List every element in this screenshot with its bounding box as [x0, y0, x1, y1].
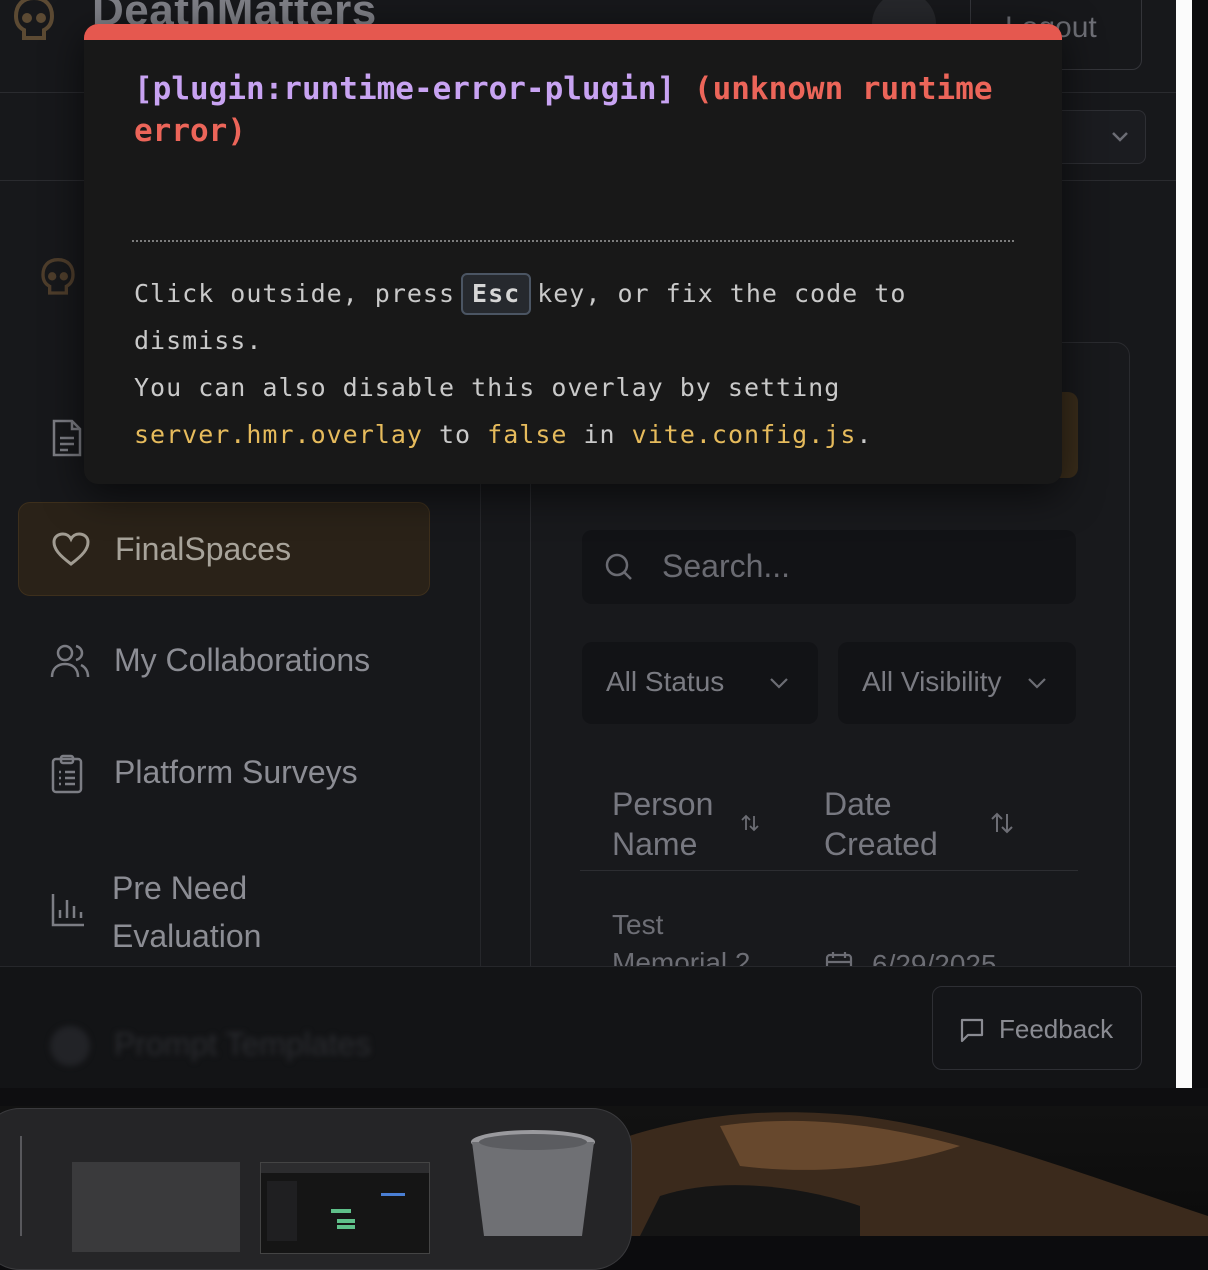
period: .	[856, 420, 873, 449]
disable-hint: You can also disable this overlay by set…	[134, 373, 841, 402]
overlay-divider	[132, 240, 1014, 242]
status-filter-select[interactable]: All Status	[582, 642, 818, 724]
document-icon	[52, 419, 82, 457]
window-edge-strip	[1176, 0, 1192, 1088]
heart-icon	[52, 532, 90, 566]
skull-logo-icon	[13, 0, 55, 40]
error-plugin-name: [plugin:runtime-error-plugin]	[134, 71, 676, 107]
column-header-date-created[interactable]: Date Created	[824, 784, 954, 864]
search-input[interactable]: Search...	[582, 530, 1076, 604]
trash-icon[interactable]	[468, 1128, 598, 1236]
sidebar-item-finalspaces[interactable]: FinalSpaces	[18, 502, 430, 596]
chevron-down-icon	[1112, 132, 1128, 142]
sidebar-item-pre-need-evaluation[interactable]: Pre Need Evaluation	[18, 858, 430, 958]
wallpaper-hill	[600, 1112, 1208, 1236]
sidebar-skull-icon	[41, 257, 75, 295]
sidebar-item-prompt-templates[interactable]: Prompt Templates	[114, 1026, 371, 1063]
search-icon	[605, 553, 632, 580]
feedback-label: Feedback	[999, 1014, 1114, 1044]
message-icon	[960, 1018, 984, 1043]
config-file: vite.config.js	[631, 420, 857, 449]
sidebar-item-label: Pre Need Evaluation	[112, 870, 262, 954]
overlay-accent-bar	[84, 24, 1062, 40]
users-icon	[50, 644, 90, 678]
chevron-down-icon	[770, 678, 788, 689]
false-value: false	[487, 420, 568, 449]
window-frame-bottom	[0, 1088, 1208, 1107]
visibility-filter-select[interactable]: All Visibility	[838, 642, 1076, 724]
sidebar-item-my-collaborations[interactable]: My Collaborations	[18, 614, 430, 708]
sidebar-item-label: Platform Surveys	[114, 754, 358, 790]
overlay-hint: Click outside, press Esc key, or fix the c…	[134, 270, 1014, 458]
search-placeholder: Search...	[662, 548, 791, 584]
dock-separator	[20, 1136, 22, 1236]
table-header-divider	[580, 870, 1078, 871]
to-word: to	[439, 420, 472, 449]
clipboard-list-icon	[51, 754, 83, 794]
config-key: server.hmr.overlay	[134, 420, 423, 449]
status-filter-label: All Status	[606, 666, 725, 697]
sort-icon[interactable]	[740, 812, 760, 834]
hint-prefix: Click outside, press	[134, 279, 456, 308]
error-title: [plugin:runtime-error-plugin] (unknown r…	[134, 68, 994, 152]
dock-minimized-browser[interactable]	[260, 1162, 430, 1254]
error-overlay[interactable]: [plugin:runtime-error-plugin] (unknown r…	[84, 24, 1062, 484]
esc-key: Esc	[461, 273, 532, 315]
sidebar-item-label: FinalSpaces	[115, 531, 292, 567]
template-icon	[50, 1026, 90, 1066]
bar-chart-icon	[51, 894, 84, 927]
sort-icon[interactable]	[990, 810, 1014, 836]
sidebar-item-platform-surveys[interactable]: Platform Surveys	[18, 726, 430, 820]
in-word: in	[583, 420, 616, 449]
feedback-button[interactable]: Feedback	[932, 986, 1142, 1070]
browser-thumbnail	[261, 1163, 429, 1241]
dock-minimized-window[interactable]	[72, 1162, 240, 1252]
visibility-filter-label: All Visibility	[862, 666, 1002, 697]
browser-window: DeathMatters Logout FinalSpaces My Colla…	[0, 0, 1178, 1088]
sidebar-item-label: My Collaborations	[114, 642, 371, 678]
chevron-down-icon	[1028, 678, 1046, 689]
column-header-person-name[interactable]: Person Name	[612, 784, 732, 864]
